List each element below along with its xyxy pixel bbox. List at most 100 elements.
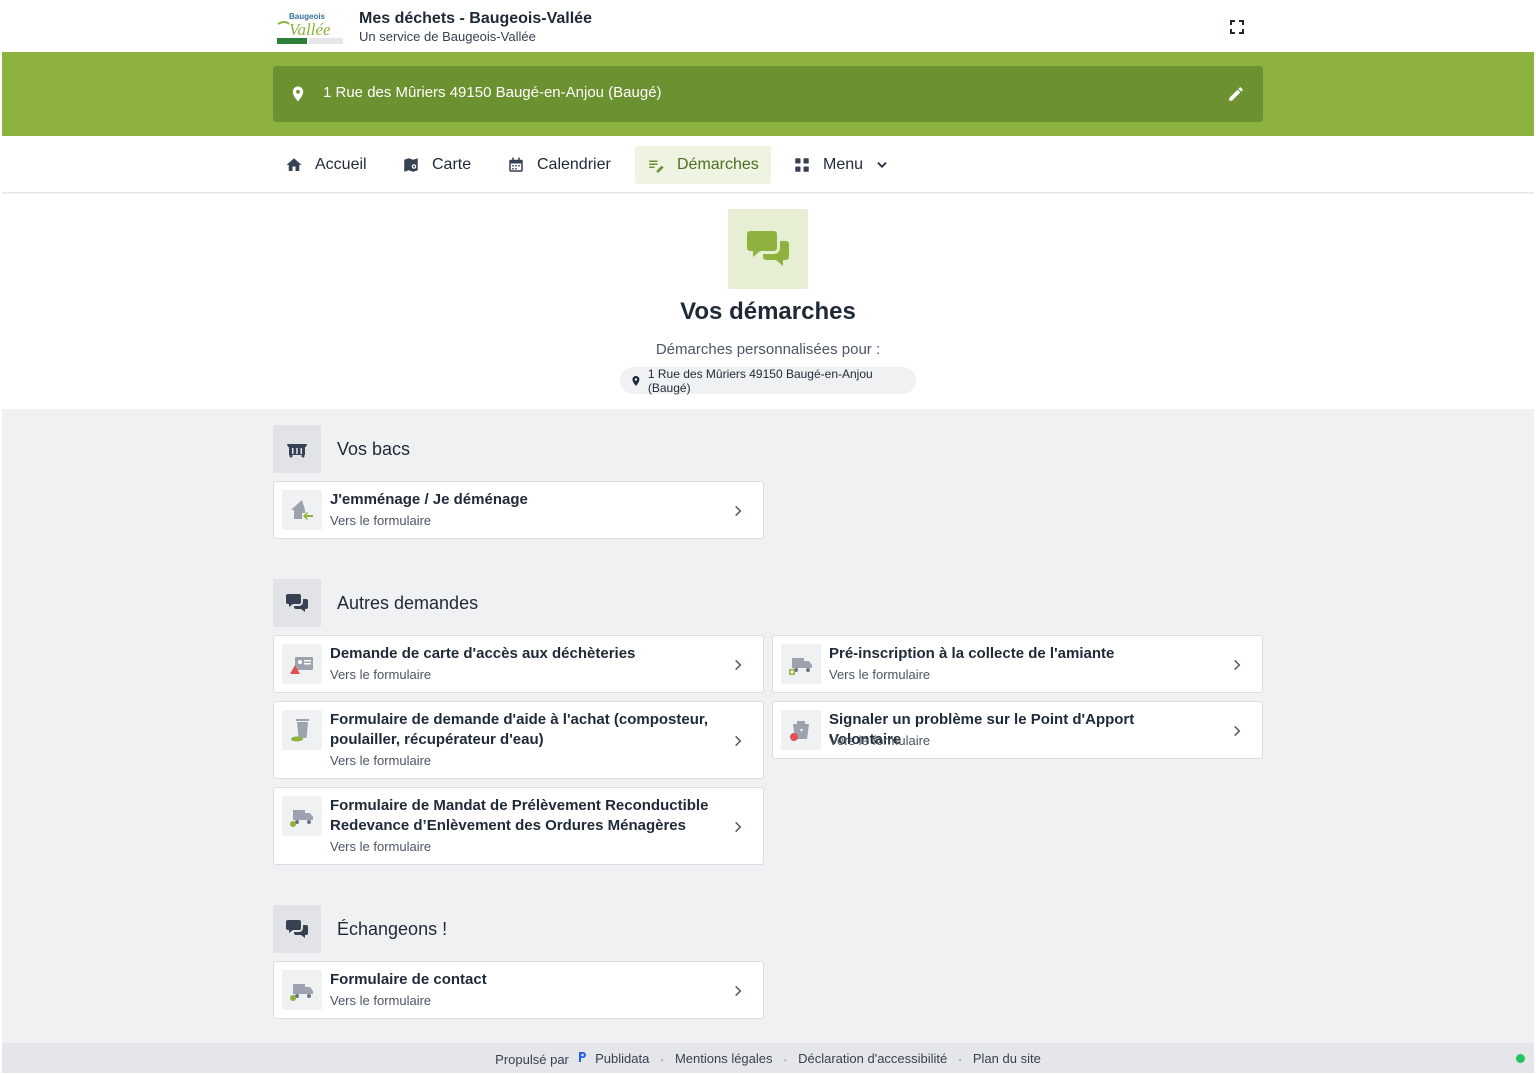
publidata-logo-icon [578,1052,586,1062]
map-icon [404,158,418,172]
fullscreen-icon[interactable] [1226,16,1248,38]
card-icon [282,490,322,530]
compost-bin-icon [291,719,309,742]
footer-separator: · [957,1052,963,1068]
card-title: Formulaire de demande d'aide à l'achat (… [330,711,709,748]
card-link: Vers le formulaire [330,667,432,682]
section-vos-bacs: Vos bacs [273,425,410,473]
chevron-right-icon [1234,725,1241,737]
card-icon [282,644,322,684]
calendar-icon [509,157,523,172]
section-title: Échangeons ! [337,918,448,939]
app-title: Mes déchets - Baugeois-Vallée [359,10,592,27]
header: Baugeois Vallée Mes déchets - Baugeois-V… [2,2,1534,52]
address-chip-text: 1 Rue des Mûriers 49150 Baugé-en-Anjou (… [647,366,873,395]
tab-label: Accueil [315,156,367,173]
card-emmenage[interactable]: J'emménage / Je déménage Vers le formula… [273,481,764,539]
tab-accueil[interactable]: Accueil [273,146,379,184]
home-icon [286,158,302,171]
card-icon [781,644,821,684]
container-alert-icon [790,721,809,741]
main-nav: Accueil Carte Calendrier Démarches Menu [2,136,1534,193]
tab-label: Carte [432,156,472,173]
tab-calendrier[interactable]: Calendrier [495,146,623,184]
chevron-right-icon [735,505,742,517]
chevron-right-icon [735,659,742,671]
card-carte-acces[interactable]: Demande de carte d'accès aux déchèteries… [273,635,764,693]
card-point-apport[interactable]: Signaler un problème sur le Point d'Appo… [772,701,1263,759]
card-contact[interactable]: Formulaire de contact Vers le formulaire [273,961,764,1019]
status-indicator [1516,1054,1525,1063]
page-subtitle: Démarches personnalisées pour : [655,341,881,358]
tab-demarches[interactable]: Démarches [635,146,771,184]
card-title: Demande de carte d'accès aux déchèteries [330,645,636,662]
tab-label: Menu [823,156,864,173]
chevron-right-icon [735,735,742,747]
chevron-right-icon [735,821,742,833]
footer-separator: · [659,1052,665,1068]
chevron-right-icon [735,985,742,997]
card-icon [781,710,821,750]
publidata-link[interactable]: Publidata [595,1051,649,1066]
app-frame: Baugeois Vallée Mes déchets - Baugeois-V… [2,2,1534,1073]
truck-icon [290,984,313,1001]
card-title: J'emménage / Je déménage [330,491,528,508]
plan-du-site-link[interactable]: Plan du site [973,1051,1041,1066]
chat-icon [286,594,308,612]
bin-icon [287,444,307,458]
page-hero: Vos démarches Démarches personnalisées p… [2,194,1534,409]
section-echangeons: Échangeons ! [273,905,447,953]
chat-icon [286,920,308,938]
pencil-icon[interactable] [1227,85,1245,103]
card-icon [282,970,322,1010]
truck-icon [290,810,313,827]
card-link: Vers le formulaire [330,513,432,528]
app-subtitle: Un service de Baugeois-Vallée [359,29,536,44]
card-link: Vers le formulaire [330,993,432,1008]
address-text: 1 Rue des Mûriers 49150 Baugé-en-Anjou (… [323,84,662,101]
chevron-right-icon [1234,659,1241,671]
tab-label: Démarches [677,156,759,173]
tab-label: Calendrier [537,156,611,173]
card-title: Pré-inscription à la collecte de l'amian… [829,645,1115,662]
address-chip: 1 Rue des Mûriers 49150 Baugé-en-Anjou (… [620,366,916,395]
location-pin-icon [632,375,640,386]
tab-menu[interactable]: Menu [781,146,901,184]
section-title: Vos bacs [337,438,411,459]
section-icon [273,579,321,627]
powered-by-text: Propulsé par [495,1052,569,1068]
address-band: 1 Rue des Mûriers 49150 Baugé-en-Anjou (… [2,52,1534,136]
card-mandat-prelevement[interactable]: Formulaire de Mandat de Prélèvement Reco… [273,787,764,865]
tab-carte[interactable]: Carte [390,146,483,184]
truck-icon [789,658,812,675]
house-move-icon [291,500,313,520]
card-link: Vers le formulaire [330,839,432,854]
grid-icon [795,158,809,172]
card-amiante[interactable]: Pré-inscription à la collecte de l'amian… [772,635,1263,693]
footer: Propulsé par Publidata · Mentions légale… [2,1043,1534,1073]
card-icon [282,710,322,750]
accessibilite-link[interactable]: Déclaration d'accessibilité [798,1051,947,1066]
footer-separator: · [783,1052,788,1068]
page-title: Vos démarches [680,298,856,325]
card-link: Vers le formulaire [829,733,931,748]
svg-text:Vallée: Vallée [289,20,331,39]
card-aide-achat[interactable]: Formulaire de demande d'aide à l'achat (… [273,701,764,779]
section-title: Autres demandes [337,592,479,613]
mentions-legales-link[interactable]: Mentions légales [675,1051,773,1066]
card-title: Formulaire de Mandat de Prélèvement Reco… [330,797,709,834]
section-icon [273,905,321,953]
section-autres-demandes: Autres demandes [273,579,478,627]
card-link: Vers le formulaire [829,667,931,682]
card-title: Formulaire de contact [330,971,487,988]
baugeois-vallee-logo[interactable]: Baugeois Vallée [275,10,347,46]
card-icon [282,796,322,836]
location-pin-icon [292,86,304,102]
hero-icon-box [728,209,808,289]
id-card-icon [290,657,313,674]
chevron-down-icon [877,162,887,168]
edit-note-icon [649,160,664,173]
section-icon [273,425,321,473]
card-link: Vers le formulaire [330,753,432,768]
address-selector[interactable]: 1 Rue des Mûriers 49150 Baugé-en-Anjou (… [273,66,1263,122]
